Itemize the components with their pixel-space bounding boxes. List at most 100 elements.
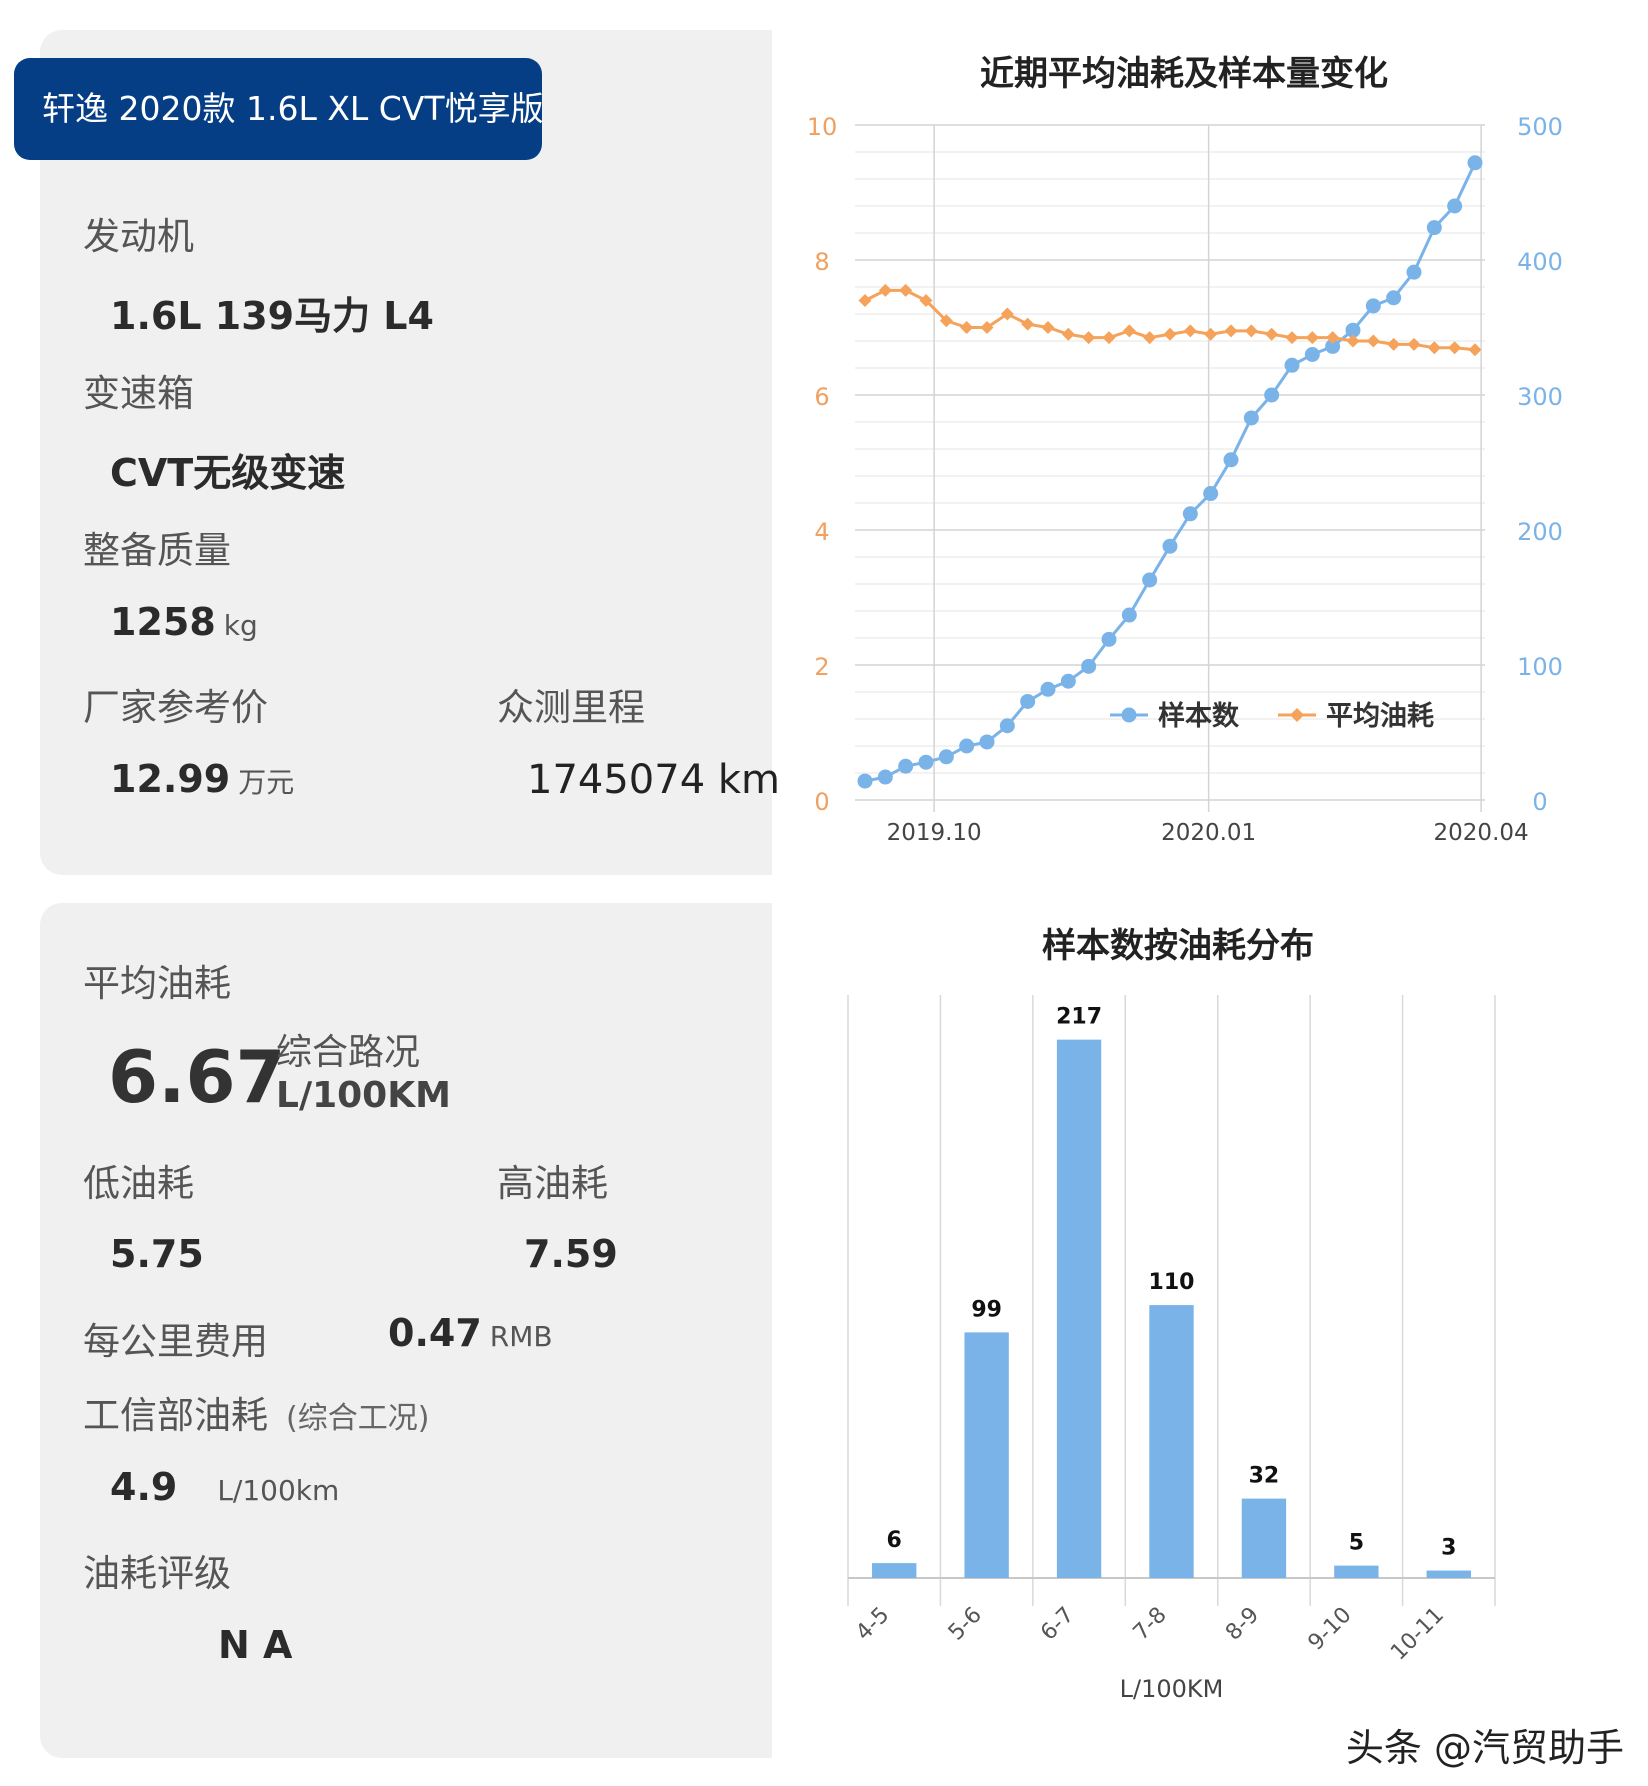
data-point xyxy=(1143,331,1157,345)
rating-label: 油耗评级 xyxy=(83,1552,231,1595)
avg-condition: 综合路况 xyxy=(276,1032,421,1073)
cost-unit: RMB xyxy=(489,1320,553,1353)
y-right-tick-label: 0 xyxy=(1532,788,1547,816)
price-label: 厂家参考价 xyxy=(83,686,268,729)
data-point xyxy=(1447,198,1463,214)
bar-chart: 6 4-5 99 5-6 217 6-7 110 7-8 32 8-9 5 9-10 3 10-11 L/1… xyxy=(847,995,1496,1703)
cost-row: 0.47 RMB xyxy=(388,1311,553,1355)
data-point xyxy=(1223,452,1239,468)
legend-label: 样本数 xyxy=(1158,700,1240,732)
data-point xyxy=(898,758,914,774)
data-point xyxy=(1203,486,1219,502)
data-point xyxy=(1102,331,1116,345)
data-point xyxy=(1426,220,1442,236)
data-point xyxy=(1081,658,1097,674)
data-point xyxy=(1386,290,1402,306)
data-point xyxy=(1060,673,1076,689)
data-point xyxy=(1407,337,1421,351)
x-tick-label: 8-9 xyxy=(1221,1603,1264,1646)
bar-value-label: 5 xyxy=(1349,1531,1364,1556)
data-point xyxy=(918,754,934,770)
data-point xyxy=(1122,324,1136,338)
x-tick-label: 7-8 xyxy=(1129,1603,1172,1646)
data-point xyxy=(1021,317,1035,331)
bar xyxy=(1334,1565,1379,1578)
y-left-tick-label: 0 xyxy=(814,788,829,816)
bar-value-label: 32 xyxy=(1249,1464,1280,1489)
rating-value: N A xyxy=(218,1623,293,1667)
data-point xyxy=(1101,631,1117,647)
bar xyxy=(1149,1305,1194,1578)
bar xyxy=(1426,1570,1471,1578)
miit-label: 工信部油耗 xyxy=(83,1394,268,1437)
weight-value: 1258 xyxy=(110,600,216,644)
x-tick-label: 2020.04 xyxy=(1434,820,1529,846)
data-point xyxy=(1304,347,1320,362)
data-point xyxy=(1040,681,1056,697)
bar-value-label: 99 xyxy=(971,1297,1002,1322)
data-point xyxy=(1387,337,1401,351)
data-point xyxy=(979,734,995,750)
data-point xyxy=(1061,327,1075,341)
data-point xyxy=(1082,331,1096,345)
series-line xyxy=(864,162,1477,783)
data-point xyxy=(999,718,1015,734)
data-point xyxy=(1020,693,1036,709)
data-point xyxy=(878,283,892,297)
data-point xyxy=(1041,321,1055,334)
data-point xyxy=(1243,410,1259,426)
low-value: 5.75 xyxy=(110,1232,204,1276)
weight-label: 整备质量 xyxy=(83,529,231,572)
gearbox-value: CVT无级变速 xyxy=(110,451,346,495)
x-tick-label: 6-7 xyxy=(1036,1603,1079,1646)
data-point xyxy=(1467,155,1483,171)
bar-value-label: 217 xyxy=(1056,1005,1102,1030)
bar-value-label: 6 xyxy=(887,1528,902,1553)
y-right-tick-label: 100 xyxy=(1517,653,1563,681)
bar xyxy=(1241,1498,1287,1578)
weight-unit: kg xyxy=(223,609,258,642)
bar xyxy=(872,1563,917,1578)
mileage-label: 众测里程 xyxy=(497,686,645,729)
miit-row: 工信部油耗 (综合工况) xyxy=(83,1385,429,1439)
data-point xyxy=(1265,327,1279,341)
bar-value-label: 110 xyxy=(1149,1270,1195,1295)
high-label: 高油耗 xyxy=(497,1162,608,1205)
data-point xyxy=(1285,331,1299,345)
miit-note: (综合工况) xyxy=(286,1401,430,1436)
data-point xyxy=(1142,572,1158,588)
weight-row: 1258 kg xyxy=(110,600,258,644)
data-point xyxy=(1406,264,1422,280)
data-point xyxy=(858,294,872,307)
high-value: 7.59 xyxy=(524,1232,618,1276)
y-right-tick-label: 400 xyxy=(1517,248,1563,276)
data-point xyxy=(938,749,954,765)
data-point xyxy=(1305,331,1319,345)
y-right-tick-label: 300 xyxy=(1517,383,1563,411)
price-value: 12.99 xyxy=(110,757,231,801)
legend-marker xyxy=(1290,708,1304,722)
miit-unit: L/100km xyxy=(217,1474,340,1507)
engine-label: 发动机 xyxy=(83,215,194,258)
gearbox-label: 变速箱 xyxy=(83,372,194,415)
data-point xyxy=(1366,334,1380,348)
legend-marker xyxy=(1121,707,1137,723)
avg-value: 6.67 xyxy=(108,1035,286,1119)
y-left-tick-label: 10 xyxy=(807,113,838,141)
x-tick-label: 4-5 xyxy=(851,1603,894,1646)
data-point xyxy=(1346,334,1360,348)
data-point xyxy=(1183,324,1197,338)
y-left-tick-label: 2 xyxy=(814,653,829,681)
line-chart: 024681001002003004005002019.10 2020.01 202… xyxy=(807,113,1563,846)
bar xyxy=(964,1332,1009,1578)
y-right-tick-label: 200 xyxy=(1517,518,1563,546)
x-tick-label: 2020.01 xyxy=(1161,820,1256,846)
data-point xyxy=(1224,324,1238,338)
y-left-tick-label: 4 xyxy=(814,518,829,546)
y-left-tick-label: 6 xyxy=(814,383,829,411)
data-point xyxy=(1365,298,1381,314)
data-point xyxy=(1244,324,1258,338)
data-point xyxy=(1182,506,1198,522)
x-tick-label: 5-6 xyxy=(944,1603,987,1646)
bar-value-label: 3 xyxy=(1441,1536,1456,1561)
